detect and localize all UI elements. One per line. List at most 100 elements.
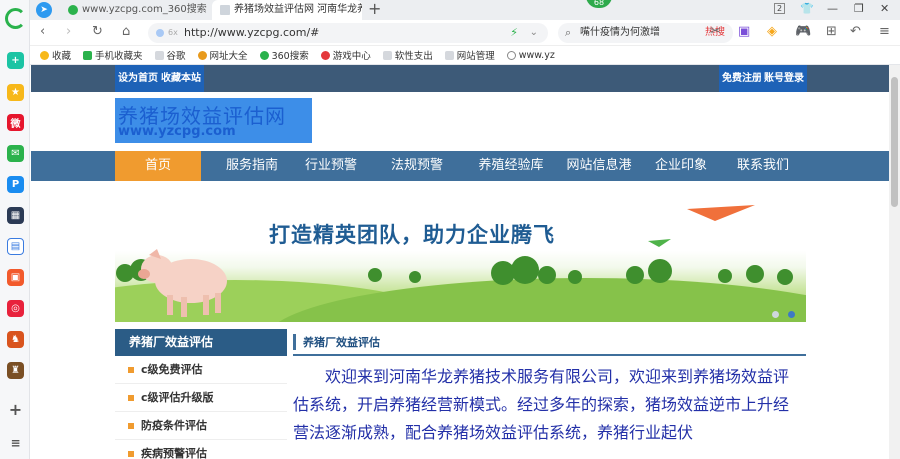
address-bar[interactable]: 6x http://www.yzcpg.com/# ⚡ ⌄ (148, 23, 548, 43)
scrollbar-thumb[interactable] (891, 77, 898, 207)
nav-industry-alert[interactable]: 行业预警 (291, 151, 371, 181)
nav-contact[interactable]: 联系我们 (723, 151, 803, 181)
gamepad-icon[interactable]: 🎮 (795, 24, 811, 39)
set-homepage-link[interactable]: 设为首页 (115, 65, 161, 92)
scissors-icon[interactable]: ✂ (710, 24, 721, 39)
site-logo[interactable]: 养猪场效益评估网 www.yzcpg.com (115, 98, 312, 143)
grid-app-icon[interactable]: ▦ (7, 207, 24, 224)
left-menu-item[interactable]: c级评估升级版 (115, 384, 287, 412)
bookmark-item[interactable]: 网址大全 (197, 48, 248, 62)
shirt-icon[interactable]: 👕 (800, 2, 814, 15)
tab-yzcpg[interactable]: 养猪场效益评估网 河南华龙养猪 × (212, 0, 362, 20)
bookmark-site-link[interactable]: 收藏本站 (158, 65, 204, 92)
search-box[interactable]: ⌕ 嘴什疫情为何激增 热搜 (558, 23, 733, 43)
page-scrollbar[interactable] (889, 65, 900, 459)
bookmarks-bar: 收藏 手机收藏夹 谷歌 网址大全 360搜索 游戏中心 软性支出 网站管理 ww… (30, 46, 900, 65)
browser-sidebar: + ★ 微 ✉ P ▦ ▤ ▣ ◎ ♞ ♜ + ≡ (0, 0, 30, 459)
browser-toolbar: ‹ › ↻ ⌂ 6x http://www.yzcpg.com/# ⚡ ⌄ ⌕ … (30, 20, 900, 46)
logo-subtitle: www.yzcpg.com (118, 124, 236, 139)
shield-icon[interactable]: ◈ (767, 24, 777, 39)
speed-icon[interactable]: ⚡ (510, 23, 518, 43)
doc-app-icon[interactable]: ▤ (7, 238, 24, 255)
page-icon (444, 50, 454, 60)
search-icon (506, 50, 516, 60)
undo-icon[interactable]: ↶ (850, 24, 861, 39)
main-nav: 首页 服务指南 行业预警 法规预警 养殖经验库 网站信息港 企业印象 联系我们 (31, 151, 889, 181)
right-panel-header: 养猪厂效益评估 (293, 329, 806, 356)
menu-icon[interactable]: ≡ (879, 24, 890, 39)
game3-app-icon[interactable]: ♜ (7, 362, 24, 379)
tab-count-icon[interactable]: 2 (774, 3, 786, 14)
login-link[interactable]: 账号登录 (761, 65, 807, 92)
banner-scene (115, 205, 806, 322)
site-info-icon[interactable] (156, 29, 164, 37)
site-topbar: 设为首页 收藏本站 免费注册 账号登录 (31, 65, 889, 92)
hero-banner[interactable]: 打造精英团队，助力企业腾飞 (115, 185, 806, 322)
search-input[interactable]: 嘴什疫情为何激增 (580, 27, 660, 38)
nav-regulation-alert[interactable]: 法规预警 (377, 151, 457, 181)
forward-icon[interactable]: › (66, 24, 71, 39)
page-icon (382, 50, 392, 60)
navigate-icon[interactable]: ➤ (36, 2, 52, 18)
add-app-icon[interactable]: + (7, 400, 24, 419)
bookmark-item[interactable]: 网站管理 (444, 48, 495, 62)
left-menu-item[interactable]: 疾病预警评估 (115, 440, 287, 459)
game2-app-icon[interactable]: ♞ (7, 331, 24, 348)
intro-text: 欢迎来到河南华龙养猪技术服务有限公司，欢迎来到养猪场效益评估系统，开启养猪经营新… (293, 367, 790, 442)
slide-dot[interactable] (772, 311, 779, 318)
tab-search[interactable]: www.yzcpg.com_360搜索 × (60, 0, 210, 20)
bookmark-item[interactable]: www.yz (506, 50, 555, 61)
star-icon (40, 50, 49, 60)
new-tab-button[interactable]: + (368, 0, 381, 18)
tab-strip: ➤ www.yzcpg.com_360搜索 × 养猪场效益评估网 河南华龙养猪 … (30, 0, 900, 20)
page-tab-icon (220, 5, 230, 15)
web-page: 设为首页 收藏本站 免费注册 账号登录 养猪场效益评估网 www.yzcpg.c… (31, 65, 889, 459)
bookmark-item[interactable]: 收藏 (40, 48, 71, 62)
banner-slogan: 打造精英团队，助力企业腾飞 (269, 223, 555, 247)
shop-app-icon[interactable]: ◎ (7, 300, 24, 317)
tab-title: www.yzcpg.com_360搜索 (82, 4, 207, 15)
paper-plane-icon (687, 205, 755, 221)
search-360-icon (259, 50, 269, 60)
search-tab-icon (68, 5, 78, 15)
nav-info-port[interactable]: 网站信息港 (551, 151, 647, 181)
bookmark-item[interactable]: 谷歌 (154, 48, 186, 62)
left-menu-item[interactable]: c级免费评估 (115, 356, 287, 384)
chevron-down-icon[interactable]: ⌄ (530, 23, 538, 43)
restore-icon[interactable]: ❐ (854, 2, 864, 15)
star-app-icon[interactable]: ★ (7, 84, 24, 101)
left-panel-title: 养猪厂效益评估 (115, 329, 287, 356)
bookmark-item[interactable]: 手机收藏夹 (83, 48, 143, 62)
menu-icon[interactable]: ≡ (7, 434, 24, 451)
register-link[interactable]: 免费注册 (719, 65, 765, 92)
apps-grid-icon[interactable]: ⊞ (826, 24, 837, 39)
home-icon[interactable]: ⌂ (122, 24, 130, 39)
nav-service-guide[interactable]: 服务指南 (207, 151, 297, 181)
page-icon (154, 50, 164, 60)
bookmark-item[interactable]: 软性支出 (382, 48, 433, 62)
minimize-icon[interactable]: — (827, 2, 838, 15)
reload-icon[interactable]: ↻ (92, 24, 103, 39)
weibo-icon[interactable]: 微 (7, 114, 24, 131)
game-app-icon[interactable]: ▣ (7, 269, 24, 286)
p-app-icon[interactable]: P (7, 176, 24, 193)
score-badge[interactable]: 68 (586, 0, 612, 8)
address-text[interactable]: http://www.yzcpg.com/# (184, 26, 319, 39)
left-menu-item[interactable]: 防疫条件评估 (115, 412, 287, 440)
slide-dot-active[interactable] (788, 311, 795, 318)
nav-home[interactable]: 首页 (115, 151, 201, 181)
browser-logo-icon[interactable] (5, 8, 26, 29)
extension-icon[interactable]: ▣ (738, 24, 750, 39)
phone-icon (83, 50, 93, 60)
paper-plane-icon (648, 239, 671, 247)
plus-app-icon[interactable]: + (7, 52, 24, 69)
header-accent (293, 334, 296, 350)
bookmark-item[interactable]: 游戏中心 (320, 48, 371, 62)
nav-company[interactable]: 企业印象 (641, 151, 721, 181)
mail-icon[interactable]: ✉ (7, 145, 24, 162)
close-window-icon[interactable]: ✕ (880, 2, 889, 15)
nav-experience[interactable]: 养殖经验库 (463, 151, 559, 181)
bookmark-item[interactable]: 360搜索 (259, 48, 309, 62)
site-nav-icon (197, 50, 207, 60)
back-icon[interactable]: ‹ (40, 24, 45, 39)
